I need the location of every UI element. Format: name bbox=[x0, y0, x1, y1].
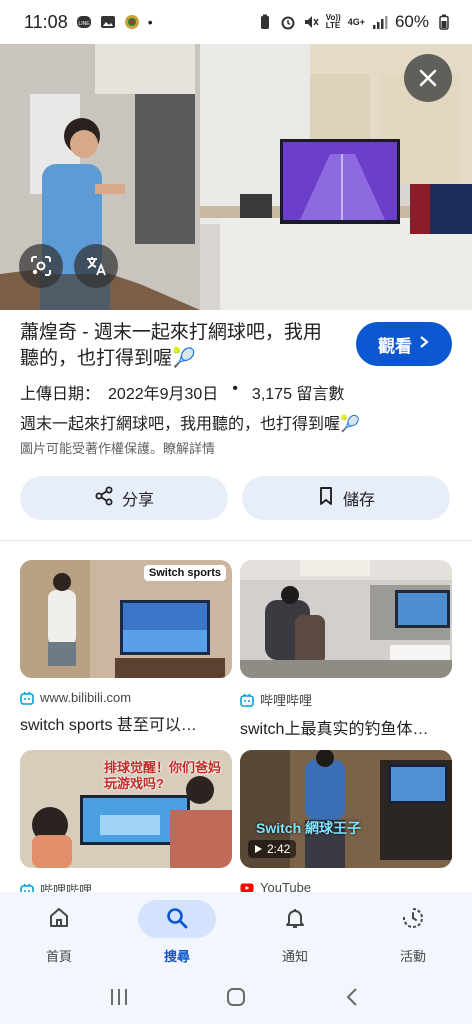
thumbnail-overlay-text: Switch 網球王子 bbox=[256, 820, 362, 836]
bilibili-icon bbox=[240, 693, 254, 707]
battery-saver-icon bbox=[257, 14, 273, 30]
related-card[interactable]: Switch sports www.bilibili.com switch sp… bbox=[20, 560, 232, 735]
related-card[interactable]: 排球觉醒！你们爸妈玩游戏吗? 哔哩哔哩 bbox=[20, 750, 232, 899]
network-type: 4G+ bbox=[347, 17, 365, 27]
related-card[interactable]: Switch 網球王子 2:42 YouTube bbox=[240, 750, 452, 895]
card-title[interactable]: switch上最真实的钓鱼体… bbox=[240, 715, 452, 739]
home-icon bbox=[47, 906, 71, 933]
svg-text:LINE: LINE bbox=[78, 21, 90, 27]
signal-icon bbox=[372, 14, 388, 30]
chevron-right-icon bbox=[418, 334, 430, 354]
meta-separator: • bbox=[232, 380, 238, 397]
share-button[interactable]: 分享 bbox=[20, 476, 228, 520]
play-icon bbox=[254, 844, 263, 854]
more-notifications-dot: • bbox=[147, 14, 153, 30]
save-button[interactable]: 儲存 bbox=[242, 476, 450, 520]
activity-icon bbox=[401, 906, 425, 933]
related-card[interactable]: 哔哩哔哩 switch上最真实的钓鱼体… bbox=[240, 560, 452, 739]
gallery-icon bbox=[100, 14, 116, 30]
recent-apps-button[interactable] bbox=[108, 986, 130, 1013]
section-divider bbox=[0, 540, 472, 541]
nav-activity-label: 活動 bbox=[399, 949, 426, 964]
thumbnail-badge: Switch sports bbox=[143, 565, 226, 581]
result-title[interactable]: 蕭煌奇 - 週末一起來打網球吧，我用聽的，也打得到喔🎾 bbox=[20, 320, 330, 372]
close-button[interactable] bbox=[404, 54, 452, 102]
card-title[interactable]: switch sports 甚至可以… bbox=[20, 711, 232, 735]
save-label: 儲存 bbox=[342, 492, 375, 509]
hero-image[interactable] bbox=[0, 44, 472, 310]
status-time: 11:08 bbox=[24, 11, 68, 32]
battery-percent: 60% bbox=[394, 12, 429, 31]
line-app-icon: LINE bbox=[76, 14, 92, 30]
comment-count: 3,175 留言數 bbox=[251, 386, 345, 403]
lens-search-button[interactable] bbox=[19, 244, 63, 288]
related-thumbnail[interactable] bbox=[240, 560, 452, 678]
translate-button[interactable] bbox=[74, 244, 118, 288]
bookmark-icon bbox=[317, 486, 335, 511]
related-thumbnail[interactable]: Switch sports bbox=[20, 560, 232, 678]
upload-label: 上傳日期： bbox=[20, 386, 101, 403]
mute-icon bbox=[303, 14, 319, 30]
lens-icon bbox=[30, 255, 52, 277]
system-navigation-bar bbox=[0, 974, 472, 1024]
share-label: 分享 bbox=[121, 492, 154, 509]
nav-home-label: 首頁 bbox=[45, 949, 72, 964]
nav-home[interactable]: 首頁 bbox=[0, 892, 118, 974]
card-source-label: 哔哩哔哩 bbox=[260, 693, 313, 708]
translate-icon bbox=[84, 254, 108, 278]
result-meta: 上傳日期： 2022年9月30日 • 3,175 留言數 bbox=[20, 380, 344, 404]
alarm-icon bbox=[280, 14, 296, 30]
share-icon bbox=[94, 486, 114, 511]
related-thumbnail[interactable]: 排球觉醒！你们爸妈玩游戏吗? bbox=[20, 750, 232, 868]
video-duration: 2:42 bbox=[248, 840, 297, 858]
battery-icon bbox=[436, 14, 452, 30]
volte-icon: Vo)) LTE bbox=[325, 13, 341, 30]
home-button[interactable] bbox=[225, 986, 247, 1013]
nav-activity[interactable]: 活動 bbox=[354, 892, 472, 974]
status-bar: 11:08 LINE • Vo)) LTE 4G+ 60% bbox=[0, 0, 472, 44]
thumbnail-overlay-text: 排球觉醒！你们爸妈玩游戏吗? bbox=[104, 760, 222, 791]
card-source: 哔哩哔哩 bbox=[240, 690, 452, 709]
bilibili-icon bbox=[20, 691, 34, 705]
app-notification-icon bbox=[124, 14, 140, 30]
related-thumbnail[interactable]: Switch 網球王子 2:42 bbox=[240, 750, 452, 868]
copyright-notice[interactable]: 圖片可能受著作權保護。瞭解詳情 bbox=[20, 438, 215, 457]
watch-label: 觀看 bbox=[378, 336, 412, 356]
nav-notifications-label: 通知 bbox=[281, 949, 308, 964]
close-icon bbox=[418, 68, 438, 88]
watch-button[interactable]: 觀看 bbox=[356, 322, 452, 366]
result-title-row: 蕭煌奇 - 週末一起來打網球吧，我用聽的，也打得到喔🎾 觀看 bbox=[20, 320, 460, 372]
result-description: 週末一起來打網球吧，我用聽的，也打得到喔🎾 bbox=[20, 416, 360, 433]
back-button[interactable] bbox=[342, 986, 364, 1013]
nav-search[interactable]: 搜尋 bbox=[118, 892, 236, 974]
search-icon bbox=[165, 906, 189, 933]
upload-date: 2022年9月30日 bbox=[108, 386, 219, 403]
bottom-navigation: 首頁 搜尋 通知 活動 bbox=[0, 892, 472, 974]
bell-icon bbox=[283, 906, 307, 933]
card-source-label: www.bilibili.com bbox=[40, 690, 132, 705]
card-source: www.bilibili.com bbox=[20, 690, 232, 705]
duration-label: 2:42 bbox=[267, 842, 291, 856]
nav-search-label: 搜尋 bbox=[163, 949, 190, 964]
nav-notifications[interactable]: 通知 bbox=[236, 892, 354, 974]
